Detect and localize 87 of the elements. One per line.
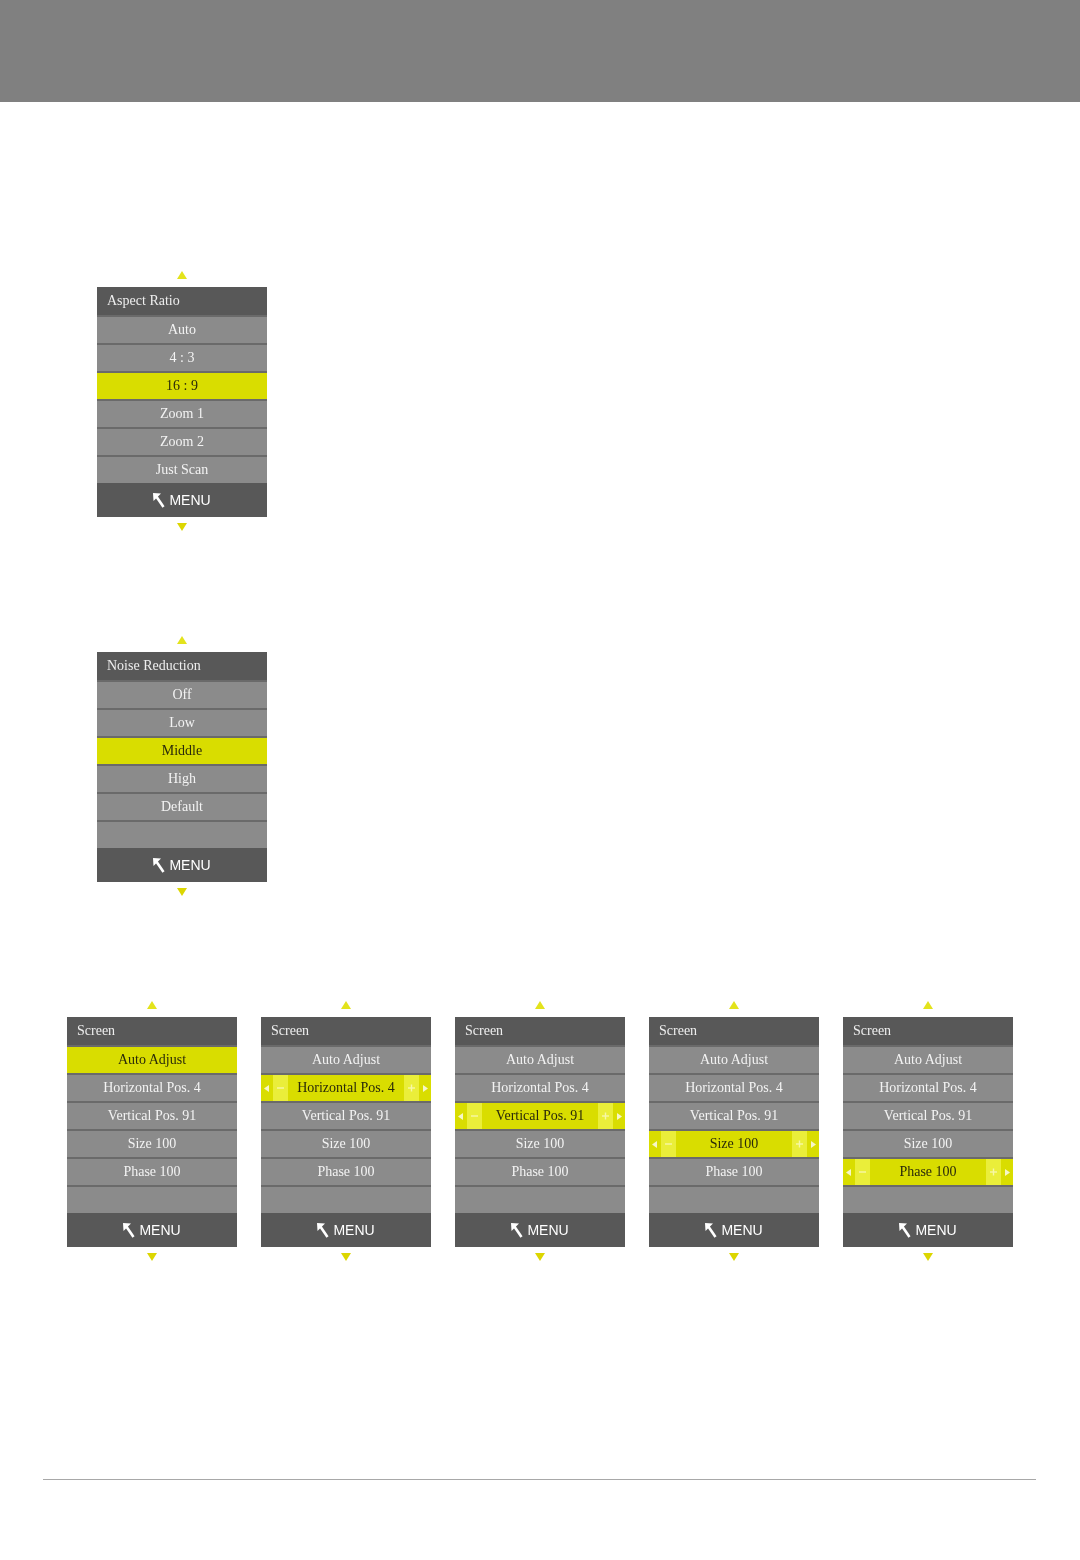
menu-key-label: MENU xyxy=(169,492,211,508)
minus-icon xyxy=(855,1159,870,1185)
menu-key-label: MENU xyxy=(527,1222,569,1238)
menu-item[interactable]: Low xyxy=(97,708,267,736)
menu-key-label: MENU xyxy=(721,1222,763,1238)
menu-key-label: MENU xyxy=(169,857,211,873)
down-arrow-icon xyxy=(923,1253,933,1261)
menu-item[interactable]: Horizontal Pos. 4 xyxy=(261,1073,431,1101)
menu-item[interactable]: Auto Adjust xyxy=(455,1045,625,1073)
menu-key-label: MENU xyxy=(915,1222,957,1238)
minus-icon xyxy=(273,1075,288,1101)
menu-item[interactable]: Phase 100 xyxy=(455,1157,625,1185)
menu-item[interactable]: Zoom 1 xyxy=(97,399,267,427)
menu-item[interactable]: Phase 100 xyxy=(843,1157,1013,1185)
menu-item[interactable]: Auto Adjust xyxy=(843,1045,1013,1073)
menu-item[interactable]: Auto xyxy=(97,315,267,343)
menu-item[interactable]: Middle xyxy=(97,736,267,764)
menu-item[interactable]: Size 100 xyxy=(67,1129,237,1157)
down-arrow-icon xyxy=(177,888,187,896)
left-arrow-icon xyxy=(846,1168,851,1176)
left-arrow-icon xyxy=(458,1112,463,1120)
menu-item[interactable]: Horizontal Pos. 4 xyxy=(455,1073,625,1101)
menu-item[interactable]: Size 100 xyxy=(843,1129,1013,1157)
back-arrow-icon xyxy=(123,1222,136,1238)
back-arrow-icon xyxy=(705,1222,718,1238)
back-arrow-icon xyxy=(899,1222,912,1238)
up-arrow-icon xyxy=(923,1001,933,1009)
menu-item[interactable]: Size 100 xyxy=(649,1129,819,1157)
back-arrow-icon xyxy=(511,1222,524,1238)
left-arrow-icon xyxy=(652,1140,657,1148)
menu-item[interactable]: Vertical Pos. 91 xyxy=(455,1101,625,1129)
down-arrow-icon xyxy=(341,1253,351,1261)
up-arrow-icon xyxy=(177,636,187,644)
up-arrow-icon xyxy=(729,1001,739,1009)
menu-item[interactable]: Vertical Pos. 91 xyxy=(843,1101,1013,1129)
minus-icon xyxy=(661,1131,676,1157)
menu-item[interactable]: Vertical Pos. 91 xyxy=(261,1101,431,1129)
left-arrow-icon xyxy=(264,1084,269,1092)
menu-item[interactable]: High xyxy=(97,764,267,792)
menu-item[interactable]: Phase 100 xyxy=(67,1157,237,1185)
plus-icon xyxy=(792,1131,807,1157)
menu-item[interactable]: Auto Adjust xyxy=(649,1045,819,1073)
menu-key-label: MENU xyxy=(333,1222,375,1238)
minus-icon xyxy=(467,1103,482,1129)
menu-item[interactable]: 4 : 3 xyxy=(97,343,267,371)
plus-icon xyxy=(404,1075,419,1101)
menu-item[interactable]: Auto Adjust xyxy=(261,1045,431,1073)
down-arrow-icon xyxy=(177,523,187,531)
right-arrow-icon xyxy=(1005,1168,1010,1176)
plus-icon xyxy=(598,1103,613,1129)
menu-title: Noise Reduction xyxy=(97,652,267,680)
menu-item[interactable]: Auto Adjust xyxy=(67,1045,237,1073)
back-arrow-icon xyxy=(153,857,166,873)
menu-item[interactable]: Size 100 xyxy=(261,1129,431,1157)
menu-title: Screen xyxy=(67,1017,237,1045)
menu-item[interactable]: Off xyxy=(97,680,267,708)
menu-key-label: MENU xyxy=(139,1222,181,1238)
menu-item[interactable]: Zoom 2 xyxy=(97,427,267,455)
plus-icon xyxy=(986,1159,1001,1185)
menu-title: Screen xyxy=(649,1017,819,1045)
menu-title: Screen xyxy=(261,1017,431,1045)
down-arrow-icon xyxy=(147,1253,157,1261)
menu-item[interactable]: Horizontal Pos. 4 xyxy=(649,1073,819,1101)
up-arrow-icon xyxy=(535,1001,545,1009)
menu-item[interactable]: Phase 100 xyxy=(261,1157,431,1185)
menu-item[interactable]: Size 100 xyxy=(455,1129,625,1157)
up-arrow-icon xyxy=(147,1001,157,1009)
menu-item[interactable]: Phase 100 xyxy=(649,1157,819,1185)
menu-title: Screen xyxy=(843,1017,1013,1045)
down-arrow-icon xyxy=(535,1253,545,1261)
right-arrow-icon xyxy=(423,1084,428,1092)
menu-item[interactable]: Default xyxy=(97,792,267,820)
menu-item[interactable]: Vertical Pos. 91 xyxy=(649,1101,819,1129)
menu-item[interactable]: Just Scan xyxy=(97,455,267,483)
right-arrow-icon xyxy=(617,1112,622,1120)
back-arrow-icon xyxy=(317,1222,330,1238)
back-arrow-icon xyxy=(153,492,166,508)
menu-item[interactable]: Horizontal Pos. 4 xyxy=(67,1073,237,1101)
menu-title: Screen xyxy=(455,1017,625,1045)
menu-item[interactable]: 16 : 9 xyxy=(97,371,267,399)
up-arrow-icon xyxy=(341,1001,351,1009)
down-arrow-icon xyxy=(729,1253,739,1261)
menu-title: Aspect Ratio xyxy=(97,287,267,315)
up-arrow-icon xyxy=(177,271,187,279)
right-arrow-icon xyxy=(811,1140,816,1148)
menu-item[interactable]: Horizontal Pos. 4 xyxy=(843,1073,1013,1101)
menu-item[interactable]: Vertical Pos. 91 xyxy=(67,1101,237,1129)
